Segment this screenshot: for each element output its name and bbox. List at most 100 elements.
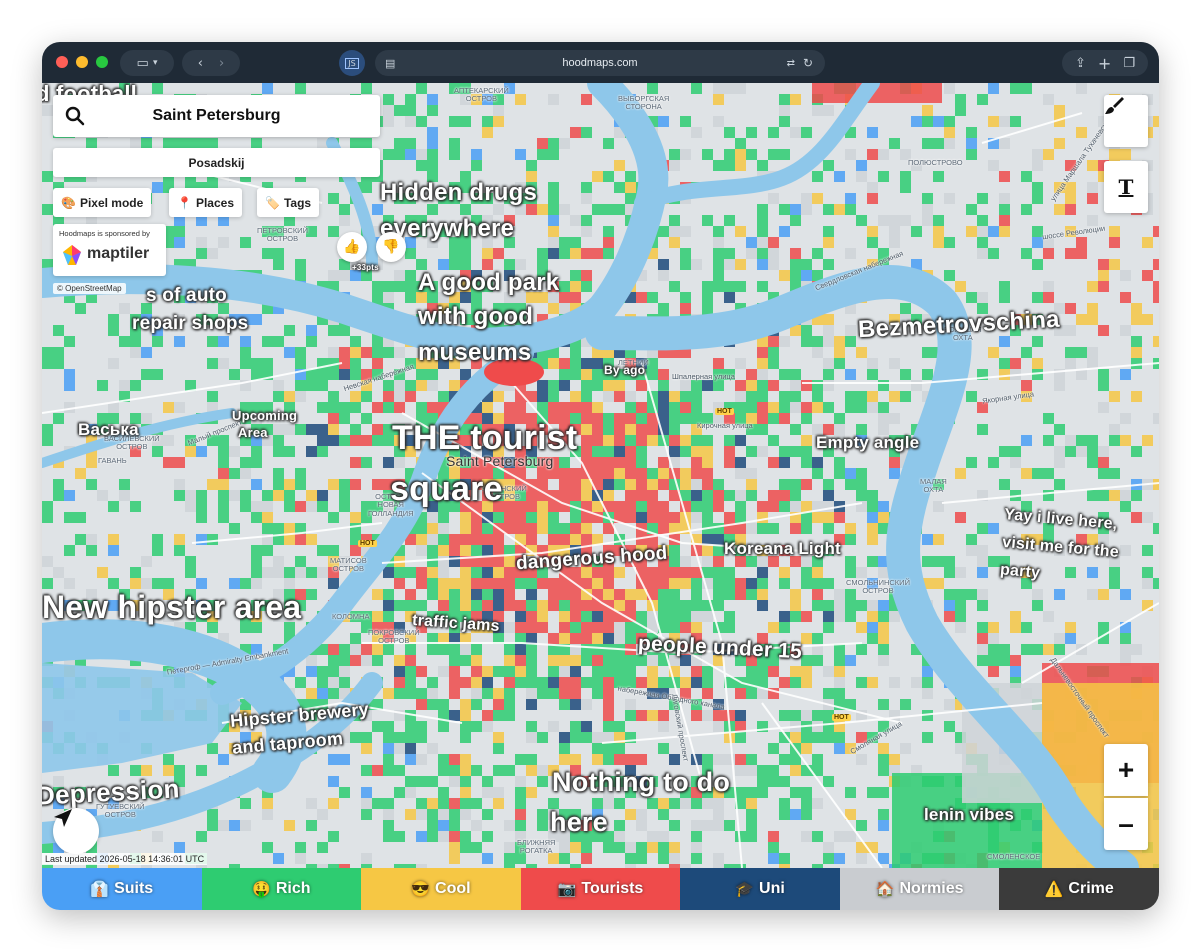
graduation-cap-icon: 🎓 bbox=[735, 881, 755, 898]
tag-label[interactable]: By ago bbox=[604, 363, 645, 377]
house-icon: 🏠 bbox=[875, 881, 895, 898]
legend-normies[interactable]: 🏠 Normies bbox=[839, 868, 1000, 910]
tags-label: Tags bbox=[283, 195, 312, 210]
attribution[interactable]: © OpenStreetMap bbox=[53, 283, 126, 294]
hot-badge[interactable]: HOT bbox=[358, 540, 377, 547]
street-label: Кирочная улица bbox=[697, 421, 753, 430]
tag-label[interactable]: museums bbox=[418, 339, 531, 367]
district-label: КОЛОМНА bbox=[332, 612, 370, 621]
translate-icon[interactable]: ⇄ bbox=[787, 58, 795, 69]
district-label: АПТЕКАРСКИЙ ОСТРОВ bbox=[454, 86, 509, 104]
places-button[interactable]: 📍 Places bbox=[169, 188, 242, 217]
text-tool-button[interactable]: T bbox=[1104, 161, 1148, 213]
places-label: Places bbox=[195, 195, 234, 210]
tag-label[interactable]: Empty angle bbox=[816, 433, 919, 453]
tag-label[interactable]: Nothing to do bbox=[552, 767, 730, 798]
browser-toolbar: ▭ ▾ ‹ › JS ▤ hoodmaps.com ⇄ ↻ ⇪ + ❐ bbox=[42, 42, 1159, 83]
legend-label: Uni bbox=[759, 880, 785, 897]
navigation-arrow-icon bbox=[54, 809, 72, 827]
tabs-icon[interactable]: ❐ bbox=[1117, 56, 1141, 71]
address-bar[interactable]: ▤ hoodmaps.com ⇄ ↻ bbox=[375, 50, 825, 76]
tag-label[interactable]: square bbox=[390, 470, 503, 509]
tags-button[interactable]: 🏷️ Tags bbox=[257, 188, 320, 217]
share-icon[interactable]: ⇪ bbox=[1069, 56, 1092, 71]
legend-cool[interactable]: 😎 Cool bbox=[361, 868, 521, 910]
chevron-down-icon: ▾ bbox=[152, 58, 158, 68]
sidebar-icon: ▭ bbox=[136, 55, 149, 71]
maximize-window-button[interactable] bbox=[96, 56, 108, 68]
locate-me-button[interactable] bbox=[53, 808, 99, 854]
tag-label[interactable]: Area bbox=[238, 425, 268, 440]
back-button[interactable]: ‹ bbox=[190, 56, 211, 71]
neighborhood-name: Posadskij bbox=[53, 148, 380, 177]
district-label: МАТИСОВ ОСТРОВ bbox=[330, 556, 367, 574]
tag-label[interactable]: A good park bbox=[418, 269, 559, 297]
pin-icon: 📍 bbox=[177, 195, 192, 210]
hot-badge[interactable]: HOT bbox=[715, 408, 734, 415]
legend-uni[interactable]: 🎓 Uni bbox=[680, 868, 840, 910]
tag-label[interactable]: Koreana Light bbox=[724, 539, 841, 559]
district-label: СМОЛЬНИНСКИЙ ОСТРОВ bbox=[846, 578, 910, 596]
sponsor-box[interactable]: Hoodmaps is sponsored by maptiler bbox=[53, 224, 166, 276]
tag-label[interactable]: Upcoming bbox=[232, 408, 297, 423]
tag-label[interactable]: s of auto bbox=[146, 285, 227, 307]
tag-label[interactable]: here bbox=[550, 807, 608, 838]
tag-label[interactable]: New hipster area bbox=[42, 589, 301, 626]
legend-tourists[interactable]: 📷 Tourists bbox=[520, 868, 681, 910]
brush-icon bbox=[1105, 97, 1124, 114]
history-nav: ‹ › bbox=[182, 50, 240, 76]
tag-label[interactable]: Hidden drugs bbox=[380, 179, 537, 207]
close-window-button[interactable] bbox=[56, 56, 68, 68]
upvote-button[interactable]: 👍 bbox=[337, 232, 367, 262]
downvote-button[interactable]: 👎 bbox=[376, 232, 406, 262]
legend-suits[interactable]: 👔 Suits bbox=[42, 868, 202, 910]
suit-icon: 👔 bbox=[90, 881, 110, 898]
map-canvas[interactable]: АПТЕКАРСКИЙ ОСТРОВ ВЫБОРГСКАЯ СТОРОНА ПОЛЮ… bbox=[42, 83, 1159, 868]
district-label: ПЕТРОВСКИЙ ОСТРОВ bbox=[257, 226, 308, 244]
legend-rich[interactable]: 🤑 Rich bbox=[201, 868, 362, 910]
legend-label: Tourists bbox=[581, 880, 644, 897]
minimize-window-button[interactable] bbox=[76, 56, 88, 68]
district-label: ПОЛЮСТРОВО bbox=[908, 158, 963, 167]
tag-label[interactable]: lenin vibes bbox=[924, 805, 1014, 825]
thumbs-up-icon: 👍 bbox=[343, 239, 361, 255]
warning-icon: ⚠️ bbox=[1044, 881, 1064, 898]
legend-label: Normies bbox=[899, 880, 964, 897]
hot-badge[interactable]: HOT bbox=[832, 714, 851, 721]
sunglasses-icon: 😎 bbox=[411, 881, 431, 898]
district-label: ВЫБОРГСКАЯ СТОРОНА bbox=[618, 94, 670, 112]
reload-icon[interactable]: ↻ bbox=[803, 56, 813, 70]
search-input[interactable]: Saint Petersburg bbox=[53, 107, 380, 125]
last-updated: Last updated 2026-05-18 14:36:01 UTC bbox=[42, 853, 208, 865]
zoom-out-button[interactable]: – bbox=[1104, 798, 1148, 850]
district-label: МАЛАЯ ОХТА bbox=[920, 477, 947, 495]
tag-label[interactable]: THE tourist bbox=[392, 419, 577, 458]
browser-window: ▭ ▾ ‹ › JS ▤ hoodmaps.com ⇄ ↻ ⇪ + ❐ АПТЕ… bbox=[42, 42, 1159, 910]
sponsor-brand: maptiler bbox=[87, 245, 150, 262]
zoom-in-button[interactable]: + bbox=[1104, 744, 1148, 796]
camera-icon: 📷 bbox=[557, 881, 577, 898]
pixel-mode-button[interactable]: 🎨 Pixel mode bbox=[53, 188, 152, 217]
district-label: ГАВАНЬ bbox=[98, 456, 127, 465]
street-label: Шпалерная улица bbox=[672, 372, 735, 381]
javascript-extension-button[interactable]: JS bbox=[339, 50, 365, 76]
new-tab-icon[interactable]: + bbox=[1092, 54, 1117, 73]
district-label: ПОКРОВСКИЙ ОСТРОВ bbox=[368, 628, 420, 646]
pixel-mode-label: Pixel mode bbox=[79, 195, 144, 210]
money-face-icon: 🤑 bbox=[252, 881, 271, 898]
paint-button[interactable] bbox=[1104, 95, 1148, 147]
palette-icon: 🎨 bbox=[61, 195, 76, 210]
forward-button[interactable]: › bbox=[211, 56, 232, 71]
tag-label[interactable]: party bbox=[999, 561, 1040, 582]
district-label: СМОЛЕНСКОЕ bbox=[987, 852, 1041, 861]
sidebar-toggle-button[interactable]: ▭ ▾ bbox=[120, 50, 174, 76]
search-box[interactable]: Saint Petersburg bbox=[53, 95, 380, 137]
legend-label: Cool bbox=[435, 880, 471, 897]
js-icon: JS bbox=[345, 57, 359, 69]
legend-crime[interactable]: ⚠️ Crime bbox=[999, 868, 1159, 910]
maptiler-logo-icon bbox=[63, 245, 81, 265]
tag-label[interactable]: repair shops bbox=[132, 313, 248, 335]
tag-label[interactable]: Васька bbox=[78, 420, 139, 440]
tag-label[interactable]: with good bbox=[418, 303, 533, 331]
district-label: БЛИЖНЯЯ РОГАТКА bbox=[517, 838, 556, 856]
